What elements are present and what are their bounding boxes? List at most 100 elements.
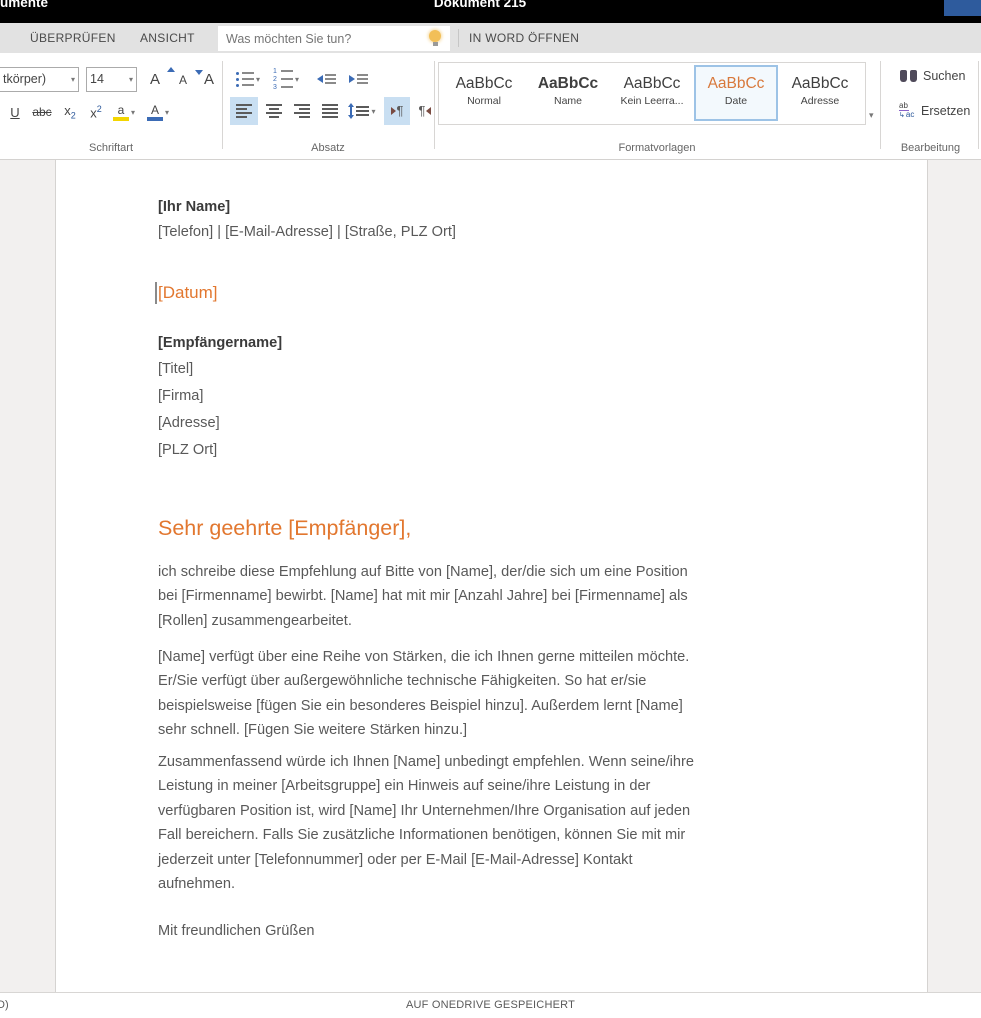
chevron-down-icon xyxy=(129,68,133,91)
recipient-address-placeholder[interactable]: [Adresse] xyxy=(158,415,220,431)
align-right-icon xyxy=(294,104,310,118)
closing-line[interactable]: Mit freundlichen Grüßen xyxy=(158,923,315,939)
style-label: Adresse xyxy=(780,95,860,107)
chevron-down-icon xyxy=(256,75,260,84)
strikethrough-button[interactable]: abc xyxy=(28,99,56,125)
find-button[interactable]: Suchen xyxy=(900,69,965,83)
highlight-icon: a xyxy=(113,104,129,121)
decrease-indent-icon xyxy=(317,74,336,84)
style-sample: AaBbCc xyxy=(780,74,860,93)
salutation-heading[interactable]: Sehr geehrte [Empfänger], xyxy=(158,516,411,541)
sender-contact-line[interactable]: [Telefon] | [E-Mail-Adresse] | [Straße, … xyxy=(158,224,456,240)
pilcrow-icon xyxy=(419,102,426,120)
text-highlight-button[interactable]: a xyxy=(108,99,140,125)
decrease-indent-button[interactable] xyxy=(312,67,340,91)
chevron-down-icon xyxy=(165,108,169,117)
find-label: Suchen xyxy=(923,69,965,83)
body-paragraph-1[interactable]: ich schreibe diese Empfehlung auf Bitte … xyxy=(158,560,798,633)
tell-me-search-box[interactable] xyxy=(218,26,450,51)
subscript-button[interactable]: x2 xyxy=(58,99,82,125)
underline-button[interactable]: U xyxy=(4,99,26,125)
group-divider xyxy=(434,61,435,149)
open-in-word-button[interactable]: IN WORD ÖFFNEN xyxy=(469,23,579,53)
tabstrip-divider xyxy=(458,29,459,47)
numbered-list-button[interactable] xyxy=(270,67,302,91)
title-bar: umente Dokument 215 xyxy=(0,0,981,23)
align-right-button[interactable] xyxy=(288,97,316,125)
account-badge[interactable] xyxy=(944,0,981,16)
align-left-icon xyxy=(236,104,252,118)
align-center-button[interactable] xyxy=(260,97,288,125)
style-sample: AaBbCc xyxy=(612,74,692,93)
binoculars-icon xyxy=(900,70,917,82)
sender-name-placeholder[interactable]: [Ihr Name] xyxy=(158,199,230,215)
numbered-list-icon xyxy=(273,69,293,90)
font-name-value: tkörper) xyxy=(3,72,46,86)
group-divider xyxy=(222,61,223,149)
recipient-name-placeholder[interactable]: [Empfängername] xyxy=(158,335,282,351)
ribbon-tab-strip: ÜBERPRÜFEN ANSICHT IN WORD ÖFFNEN xyxy=(0,23,981,53)
replace-icon: ab ac xyxy=(899,102,915,120)
ltr-triangle-icon xyxy=(391,107,396,115)
bullet-list-button[interactable] xyxy=(232,67,264,91)
date-placeholder[interactable]: [Datum] xyxy=(158,283,218,303)
underline-icon: U xyxy=(10,105,19,120)
recipient-city-placeholder[interactable]: [PLZ Ort] xyxy=(158,442,217,458)
body-paragraph-3[interactable]: Zusammenfassend würde ich Ihnen [Name] u… xyxy=(158,750,798,896)
styles-group-label: Formatvorlagen xyxy=(434,142,880,154)
shrink-font-button[interactable]: A xyxy=(170,67,196,92)
align-left-button[interactable] xyxy=(230,97,258,125)
replace-label: Ersetzen xyxy=(921,104,970,118)
style-label: Normal xyxy=(444,95,524,107)
style-name[interactable]: AaBbCc Name xyxy=(526,65,610,121)
style-date[interactable]: AaBbCc Date xyxy=(694,65,778,121)
saved-status: AUF ONEDRIVE GESPEICHERT xyxy=(0,993,981,1018)
tab-ansicht[interactable]: ANSICHT xyxy=(140,23,195,53)
superscript-button[interactable]: x2 xyxy=(84,99,108,125)
superscript-icon: x2 xyxy=(90,104,102,120)
font-name-combo[interactable]: tkörper) xyxy=(0,67,79,92)
font-group-label: Schriftart xyxy=(0,142,222,154)
chevron-down-icon xyxy=(295,75,299,84)
bullet-list-icon xyxy=(236,72,254,87)
chevron-down-icon xyxy=(71,68,75,91)
editing-group-label: Bearbeitung xyxy=(880,142,981,154)
search-input[interactable] xyxy=(218,26,424,51)
increase-indent-icon xyxy=(349,74,368,84)
recipient-company-placeholder[interactable]: [Firma] xyxy=(158,388,203,404)
style-label: Date xyxy=(696,95,776,107)
status-bar: D) AUF ONEDRIVE GESPEICHERT xyxy=(0,992,981,1018)
style-normal[interactable]: AaBbCc Normal xyxy=(442,65,526,121)
document-page[interactable]: [Ihr Name] [Telefon] | [E-Mail-Adresse] … xyxy=(55,160,928,992)
body-paragraph-2[interactable]: [Name] verfügt über eine Reihe von Stärk… xyxy=(158,645,798,743)
tab-ueberpruefen[interactable]: ÜBERPRÜFEN xyxy=(30,23,116,53)
ltr-text-direction-button[interactable] xyxy=(384,97,410,125)
style-label: Kein Leerra... xyxy=(612,95,692,107)
align-center-icon xyxy=(266,104,282,118)
increase-indent-button[interactable] xyxy=(344,67,372,91)
document-title: Dokument 215 xyxy=(0,0,960,10)
font-size-combo[interactable]: 14 xyxy=(86,67,137,92)
word-online-app: umente Dokument 215 ÜBERPRÜFEN ANSICHT I… xyxy=(0,0,981,1018)
grow-font-button[interactable]: A xyxy=(142,67,168,92)
font-color-button[interactable]: A xyxy=(142,99,174,125)
replace-button[interactable]: ab ac Ersetzen xyxy=(899,102,970,120)
clear-formatting-icon: A xyxy=(204,71,214,88)
text-cursor xyxy=(155,282,157,304)
font-size-value: 14 xyxy=(90,72,104,86)
line-spacing-button[interactable] xyxy=(344,97,380,125)
chevron-down-icon xyxy=(131,108,135,117)
font-color-icon: A xyxy=(147,104,163,121)
clear-formatting-button[interactable]: A xyxy=(196,67,222,92)
justify-button[interactable] xyxy=(316,97,344,125)
style-label: Name xyxy=(528,95,608,107)
style-sample: AaBbCc xyxy=(528,74,608,93)
style-adresse[interactable]: AaBbCc Adresse xyxy=(778,65,862,121)
recipient-title-placeholder[interactable]: [Titel] xyxy=(158,361,193,377)
styles-gallery-more-button[interactable] xyxy=(869,110,874,121)
style-sample: AaBbCc xyxy=(696,74,776,93)
style-sample: AaBbCc xyxy=(444,74,524,93)
group-divider xyxy=(978,61,979,149)
style-kein-leerraum[interactable]: AaBbCc Kein Leerra... xyxy=(610,65,694,121)
justify-icon xyxy=(322,104,338,118)
